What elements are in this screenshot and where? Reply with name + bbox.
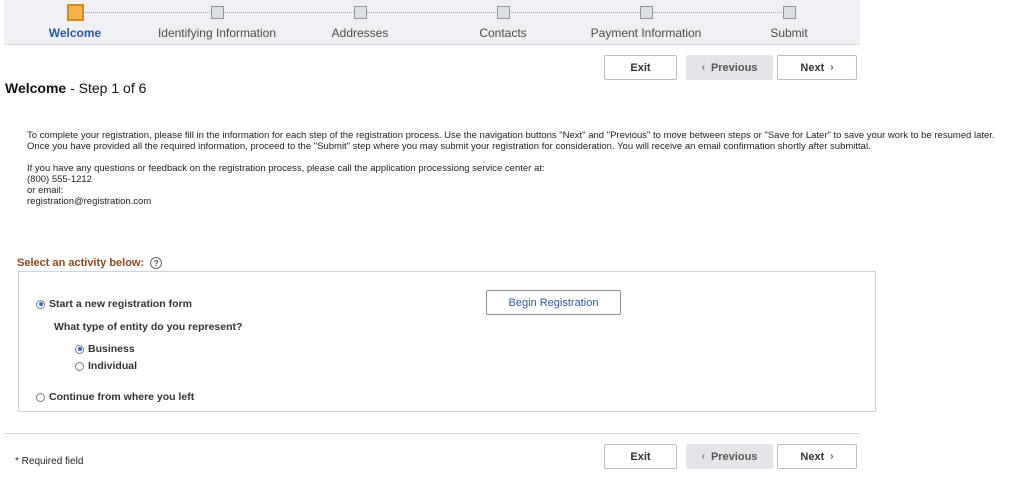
step-label: Payment Information	[590, 26, 702, 40]
activity-section-label: Select an activity below: ?	[17, 257, 163, 269]
next-button-bottom[interactable]: Next ›	[777, 444, 857, 469]
radio-button-icon[interactable]	[75, 344, 84, 354]
step-marker-icon	[639, 6, 653, 19]
step-label: Submit	[770, 26, 808, 40]
intro-text: To complete your registration, please fi…	[27, 130, 1012, 207]
begin-registration-label: Begin Registration	[508, 296, 599, 309]
exit-button-top[interactable]: Exit	[604, 55, 677, 80]
radio-label: Business	[88, 343, 135, 355]
begin-registration-button[interactable]: Begin Registration	[486, 290, 621, 315]
contact-line: If you have any questions or feedback on…	[27, 163, 545, 174]
step-payment-information[interactable]: Payment Information	[566, 6, 726, 40]
chevron-right-icon: ›	[830, 62, 834, 73]
next-label: Next	[800, 61, 825, 74]
required-field-note: * Required field	[15, 456, 84, 467]
step-submit[interactable]: Submit	[709, 6, 869, 40]
radio-label: Continue from where you left	[49, 391, 195, 403]
instructions-paragraph: To complete your registration, please fi…	[27, 130, 995, 152]
contact-email: registration@registration.com	[27, 196, 152, 207]
previous-label: Previous	[710, 61, 758, 74]
step-marker-icon	[496, 6, 510, 19]
help-icon[interactable]: ?	[150, 257, 163, 269]
chevron-left-icon: ‹	[701, 451, 705, 462]
step-marker-icon	[210, 6, 224, 19]
radio-button-icon[interactable]	[75, 361, 84, 371]
chevron-right-icon: ›	[830, 451, 834, 462]
exit-label: Exit	[630, 450, 651, 463]
radio-button-icon[interactable]	[36, 299, 45, 309]
exit-button-bottom[interactable]: Exit	[604, 444, 677, 469]
next-button-top[interactable]: Next ›	[777, 55, 857, 80]
activity-label-text: Select an activity below:	[17, 257, 145, 269]
radio-label: Start a new registration form	[49, 298, 192, 310]
previous-button-top[interactable]: ‹ Previous	[686, 55, 773, 80]
previous-label: Previous	[710, 450, 758, 463]
step-contacts[interactable]: Contacts	[423, 6, 583, 40]
step-identifying-information[interactable]: Identifying Information	[137, 6, 297, 40]
contact-or-email: or email:	[27, 185, 64, 196]
registration-progress-bar: Welcome Identifying Information Addresse…	[4, 0, 860, 45]
step-label: Welcome	[48, 26, 102, 40]
radio-button-icon[interactable]	[36, 392, 45, 402]
page-title-main: Welcome	[5, 80, 67, 96]
radio-start-new-registration[interactable]: Start a new registration form	[36, 298, 192, 310]
title-separator: -	[66, 80, 79, 96]
step-welcome[interactable]: Welcome	[0, 4, 155, 40]
step-counter: Step 1 of 6	[78, 80, 147, 96]
step-marker-icon	[353, 6, 367, 19]
footer-divider	[4, 433, 860, 434]
exit-label: Exit	[630, 61, 651, 74]
step-addresses[interactable]: Addresses	[280, 6, 440, 40]
radio-entity-business[interactable]: Business	[75, 343, 135, 355]
step-marker-icon	[782, 6, 796, 19]
previous-button-bottom[interactable]: ‹ Previous	[686, 444, 773, 469]
entity-type-question: What type of entity do you represent?	[54, 321, 243, 333]
radio-label: Individual	[88, 360, 138, 372]
radio-continue-registration[interactable]: Continue from where you left	[36, 391, 194, 403]
step-label: Addresses	[331, 26, 389, 40]
next-label: Next	[800, 450, 825, 463]
chevron-left-icon: ‹	[701, 62, 705, 73]
radio-entity-individual[interactable]: Individual	[75, 360, 137, 372]
contact-phone: (800) 555-1212	[27, 174, 92, 185]
step-label: Identifying Information	[157, 26, 277, 40]
step-label: Contacts	[479, 26, 527, 40]
step-marker-icon	[66, 4, 84, 21]
activity-panel: Start a new registration form Begin Regi…	[18, 271, 876, 412]
page-title: Welcome - Step 1 of 6	[5, 80, 146, 96]
